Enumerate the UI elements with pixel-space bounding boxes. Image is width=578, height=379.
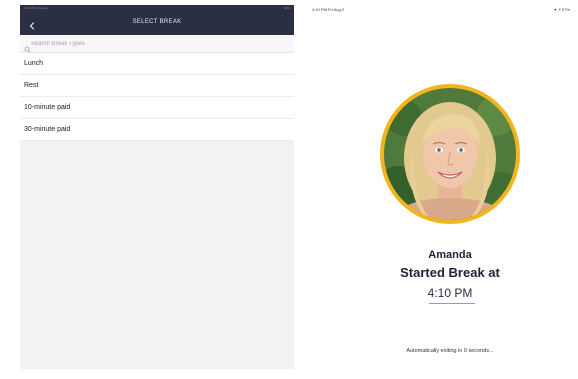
search-icon [24, 40, 31, 53]
navigation-header: SELECT BREAK [20, 11, 294, 35]
status-bar-icons: ▾ ↗ 97% [554, 7, 570, 12]
list-item[interactable]: 10-minute paid [20, 97, 294, 119]
list-item[interactable]: Lunch [20, 53, 294, 75]
status-bar-battery: 94% [283, 6, 290, 10]
avatar [380, 84, 520, 224]
page-title: SELECT BREAK [132, 19, 182, 25]
break-type-list: Lunch Rest 10-minute paid 30-minute paid [20, 53, 294, 141]
screen: 4:10 PM Fri Aug 2 94% SELECT BREAK Lunch… [0, 0, 578, 379]
list-item[interactable]: Rest [20, 75, 294, 97]
status-bar-time: 4:10 PM Fri Aug 2 [312, 7, 345, 12]
avatar-photo [384, 88, 516, 220]
time-divider [429, 303, 475, 304]
select-break-panel: 4:10 PM Fri Aug 2 94% SELECT BREAK Lunch… [20, 5, 294, 369]
search-bar [20, 35, 294, 53]
employee-name: Amanda [428, 249, 472, 261]
auto-exit-message: Automatically exiting in 0 seconds... [406, 348, 494, 354]
status-bar-time: 4:10 PM Fri Aug 2 [24, 6, 49, 10]
break-start-time: 4:10 PM [427, 286, 473, 300]
search-input[interactable] [31, 38, 281, 50]
break-status-title: Started Break at [400, 265, 500, 280]
list-item[interactable]: 30-minute paid [20, 119, 294, 141]
